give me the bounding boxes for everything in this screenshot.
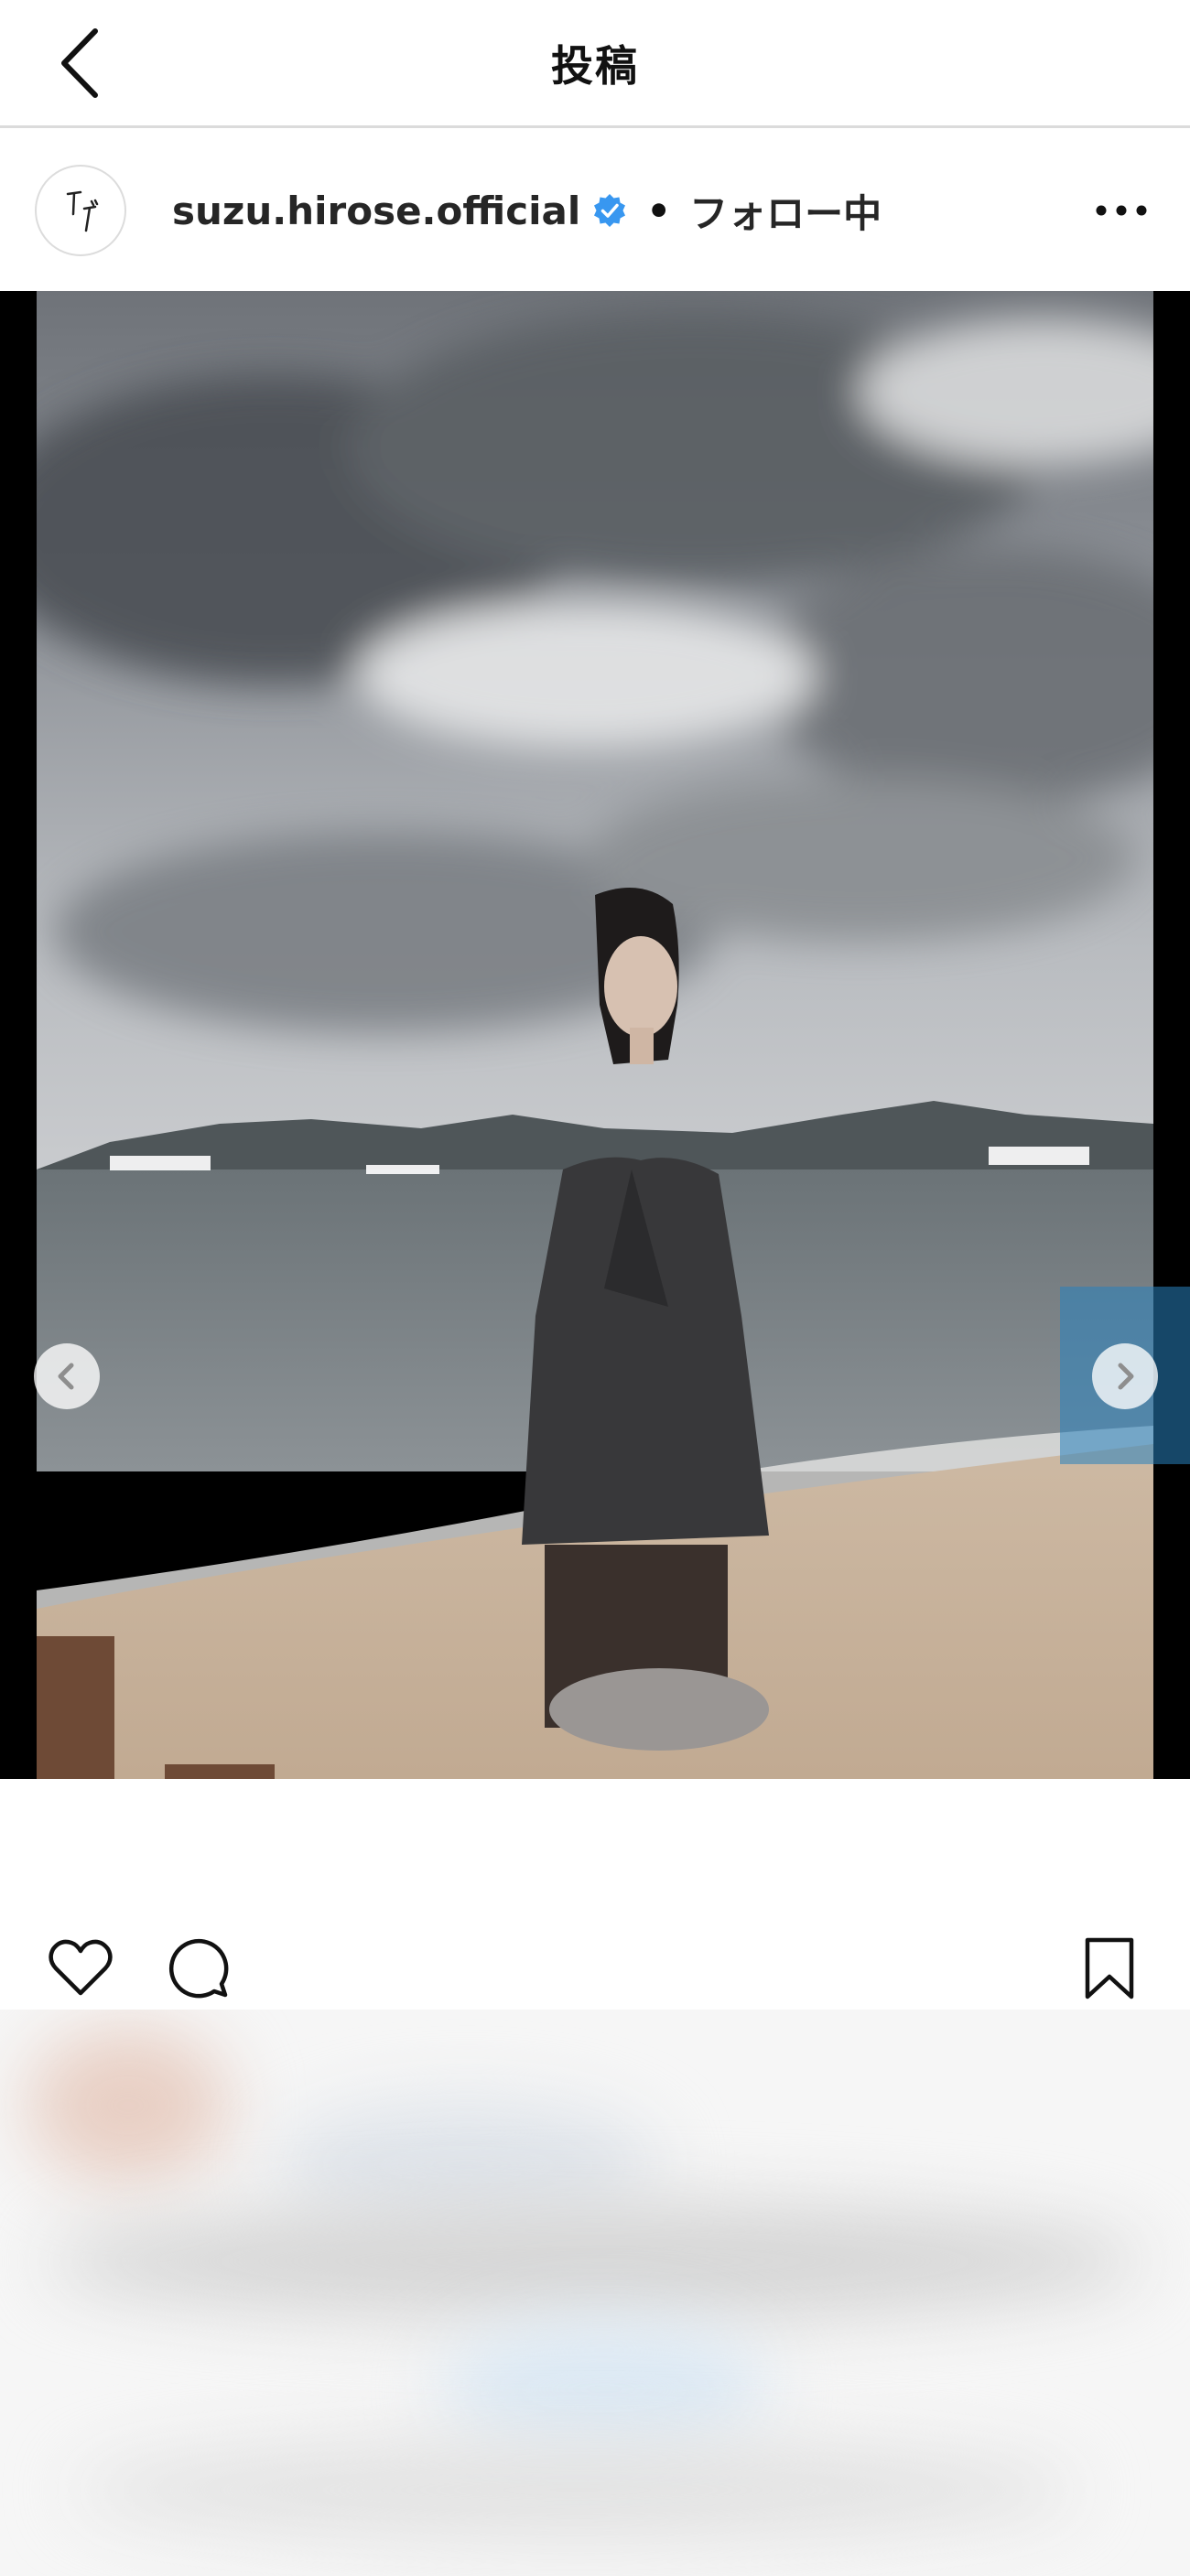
post-actions (0, 1913, 1190, 2013)
avatar[interactable] (35, 165, 126, 256)
chevron-left-icon (58, 1363, 74, 1390)
bookmark-icon (1085, 1937, 1134, 1999)
comment-button[interactable] (161, 1931, 234, 2004)
top-navigation-bar: 投稿 (0, 0, 1190, 128)
username-row: suzu.hirose.official • フォロー中 (172, 185, 882, 236)
more-options-button[interactable] (1089, 185, 1153, 236)
comment-bubble-icon (168, 1938, 229, 1999)
like-button[interactable] (44, 1931, 117, 2004)
verified-badge-icon (594, 194, 626, 227)
post-media[interactable] (0, 291, 1190, 1779)
chevron-right-icon (1118, 1363, 1134, 1390)
separator-dot: • (646, 188, 672, 233)
more-dots-icon (1096, 205, 1147, 216)
post-header: suzu.hirose.official • フォロー中 (0, 128, 1190, 291)
page-title: 投稿 (551, 41, 639, 91)
signature-logo (66, 190, 99, 232)
following-status-button[interactable]: フォロー中 (689, 183, 882, 239)
save-button[interactable] (1073, 1931, 1146, 2004)
heart-icon (49, 1939, 113, 1996)
next-media-button[interactable] (1092, 1343, 1158, 1409)
blurred-caption-area (0, 2010, 1190, 2576)
username-link[interactable]: suzu.hirose.official (172, 189, 580, 233)
previous-media-button[interactable] (34, 1343, 100, 1409)
beach-photo (37, 291, 1153, 1779)
